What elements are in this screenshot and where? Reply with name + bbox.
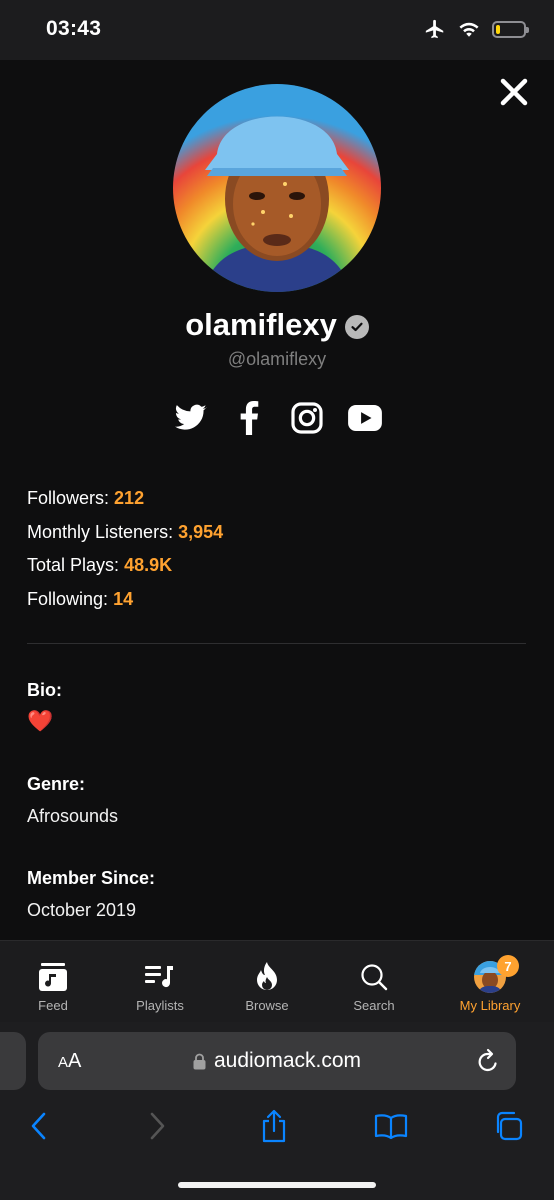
status-icons <box>424 18 529 40</box>
tab-my-library[interactable]: My Library <box>440 941 540 1023</box>
chevron-left-icon <box>31 1112 46 1140</box>
stat-following[interactable]: Following: 14 <box>27 583 223 617</box>
social-links <box>171 396 385 440</box>
artist-handle: @olamiflexy <box>227 349 327 369</box>
tab-playlists[interactable]: Playlists <box>110 941 210 1023</box>
stat-label: Monthly Listeners: <box>27 521 174 542</box>
share-button[interactable] <box>254 1106 294 1146</box>
lock-icon <box>193 1053 206 1069</box>
notification-badge: 7 <box>497 955 519 977</box>
artist-name-row: olamiflexy <box>0 307 554 343</box>
twitter-icon <box>175 404 207 430</box>
genre-value: Afrosounds <box>27 806 119 826</box>
playlists-icon <box>145 966 173 988</box>
home-indicator <box>178 1182 376 1188</box>
profile-avatar <box>173 84 381 292</box>
back-button[interactable] <box>18 1106 58 1146</box>
verified-icon <box>344 315 369 339</box>
tab-label: Browse <box>245 998 289 1013</box>
flame-icon <box>257 962 277 990</box>
reload-button[interactable] <box>476 1048 500 1079</box>
stat-value: 3,954 <box>178 521 224 542</box>
bio-label: Bio: <box>27 680 62 700</box>
browser-toolbar <box>0 1106 554 1146</box>
facebook-icon <box>240 401 259 435</box>
airplane-icon <box>425 19 444 39</box>
battery-icon <box>492 20 529 38</box>
artist-stats: Followers: 212 Monthly Listeners: 3,954 … <box>27 482 223 616</box>
tab-label: Feed <box>38 998 68 1013</box>
browser-chrome: AA audiomack.com <box>0 1022 554 1200</box>
app-tab-bar: Feed Playlists Browse Search My Library … <box>0 940 554 1022</box>
stat-followers: Followers: 212 <box>27 482 223 516</box>
stat-label: Total Plays: <box>27 555 120 575</box>
tab-label: Search <box>353 998 395 1013</box>
stat-label: Followers: <box>27 488 110 508</box>
wifi-icon <box>459 22 479 37</box>
artist-name: olamiflexy <box>185 307 337 342</box>
tab-label: Playlists <box>136 998 184 1013</box>
genre-label: Genre: <box>27 774 86 794</box>
previous-tab-edge[interactable] <box>0 1032 26 1090</box>
facebook-link[interactable] <box>229 398 269 438</box>
share-icon <box>262 1109 286 1143</box>
instagram-link[interactable] <box>287 398 327 438</box>
tabs-button[interactable] <box>488 1106 528 1146</box>
tab-label: My Library <box>459 998 521 1013</box>
bookmarks-button[interactable] <box>371 1106 411 1146</box>
tabs-icon <box>496 1111 523 1141</box>
close-icon <box>500 78 528 106</box>
status-time: 03:43 <box>46 17 102 40</box>
address-bar[interactable]: AA audiomack.com <box>38 1032 516 1090</box>
status-bar: 03:43 <box>0 0 554 60</box>
stat-total-plays: Total Plays: 48.9K <box>27 549 223 583</box>
stat-value: 48.9K <box>124 555 173 575</box>
forward-button[interactable] <box>138 1106 178 1146</box>
divider <box>27 643 526 644</box>
instagram-icon <box>291 402 323 434</box>
url-text: audiomack.com <box>213 1049 362 1072</box>
member-since-value: October 2019 <box>27 900 137 920</box>
youtube-link[interactable] <box>345 398 385 438</box>
url-display[interactable]: audiomack.com <box>38 1049 516 1073</box>
tab-search[interactable]: Search <box>324 941 424 1023</box>
member-since-label: Member Since: <box>27 868 156 888</box>
stat-label: Following: <box>27 588 109 609</box>
close-button[interactable] <box>498 76 530 108</box>
search-icon <box>361 964 388 991</box>
reload-icon <box>478 1048 497 1072</box>
tab-feed[interactable]: Feed <box>3 941 103 1023</box>
artist-profile: olamiflexy @olamiflexy Followers: 212 Mo… <box>0 60 554 940</box>
feed-icon <box>39 963 67 991</box>
book-icon <box>374 1114 408 1139</box>
stat-value: 14 <box>113 588 134 609</box>
stat-value: 212 <box>114 488 145 508</box>
chevron-right-icon <box>150 1112 165 1140</box>
youtube-icon <box>348 405 382 431</box>
twitter-link[interactable] <box>171 398 211 438</box>
bio-value: ❤️ <box>27 710 54 733</box>
tab-browse[interactable]: Browse <box>217 941 317 1023</box>
stat-monthly-listeners: Monthly Listeners: 3,954 <box>27 516 223 550</box>
